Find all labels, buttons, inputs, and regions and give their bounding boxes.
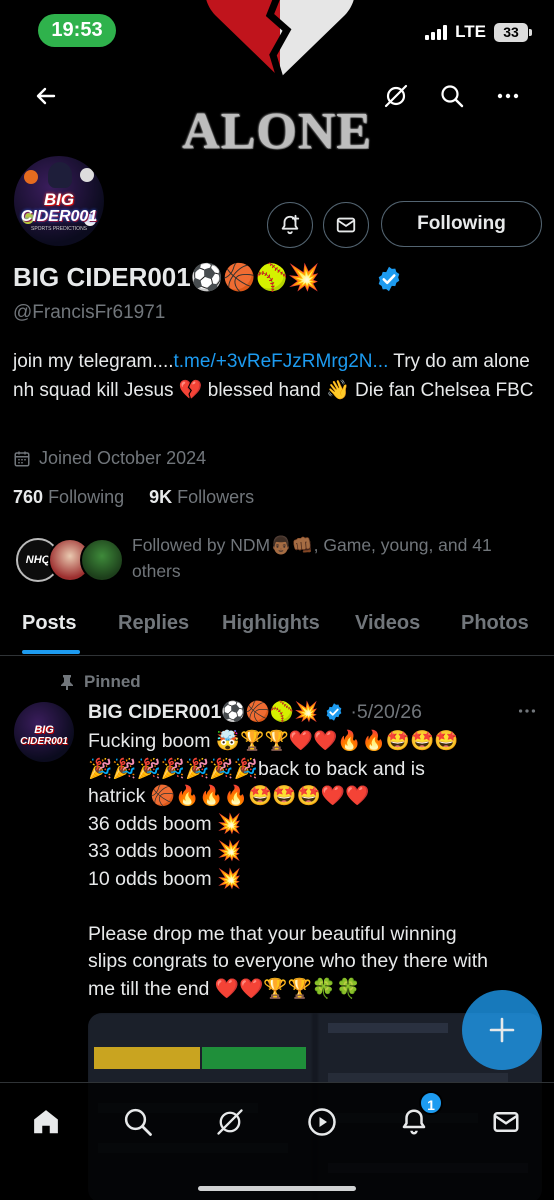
nav-video[interactable] [299, 1099, 345, 1145]
compose-post-button[interactable] [462, 990, 542, 1070]
display-name-emojis: ⚽🏀🥎💥 [190, 263, 321, 293]
mutual-follower-avatars[interactable]: NHQ [16, 538, 126, 584]
post-date[interactable]: ·5/20/26 [350, 701, 422, 724]
tab-replies[interactable]: Replies [118, 612, 189, 635]
profile-tabs: Posts Replies Highlights Videos Photos [0, 598, 554, 656]
avatar-text: CIDER001 [20, 736, 68, 747]
home-icon [34, 1110, 58, 1134]
post-more-button[interactable] [516, 700, 538, 727]
active-tab-indicator [22, 650, 80, 654]
followed-by-text[interactable]: Followed by NDM👨🏾👊🏾, Game, young, and 41… [132, 532, 542, 584]
post-author-avatar[interactable]: BIG CIDER001 [14, 702, 74, 762]
display-name: BIG CIDER001⚽🏀🥎💥 [13, 262, 320, 293]
battery-icon: 33 [494, 22, 532, 42]
notifications-subscribe-button[interactable] [267, 202, 313, 248]
more-dots-icon [497, 93, 519, 99]
display-name-text: BIG CIDER001 [13, 262, 191, 292]
follow-stats: 760 Following 9K Followers [13, 487, 254, 508]
post-line: Fucking boom 🤯🏆🏆❤️❤️🔥🔥🤩🤩🤩 [88, 730, 459, 752]
post-line-break [88, 893, 538, 921]
notification-count-badge: 1 [419, 1091, 443, 1115]
mutual-avatar [80, 538, 124, 582]
pin-icon [61, 675, 73, 690]
following-count-link[interactable]: 760 Following [13, 487, 124, 507]
followers-label: Followers [177, 487, 255, 507]
following-button[interactable]: Following [381, 201, 542, 247]
bell-plus-icon [281, 214, 300, 235]
post-line: 🎉🎉🎉🎉🎉🎉🎉back to back and is [88, 757, 425, 780]
tab-posts[interactable]: Posts [22, 612, 76, 635]
status-indicators: LTE 33 [425, 22, 532, 42]
post-line: 10 odds boom 💥 [88, 867, 242, 890]
nav-search[interactable] [115, 1099, 161, 1145]
avatar-text: BIG [43, 190, 75, 209]
post-line: 33 odds boom 💥 [88, 840, 242, 862]
post-line: 36 odds boom 💥 [88, 812, 242, 835]
profile-avatar[interactable]: BIG CIDER001 SPORTS PREDICTIONS [10, 152, 108, 250]
message-button[interactable] [323, 202, 369, 248]
bottom-navigation [0, 1082, 554, 1200]
post-line: Please drop me that your beautiful winni… [88, 922, 457, 945]
followers-count: 9K [149, 487, 173, 507]
nav-home[interactable] [23, 1099, 69, 1145]
verified-badge-icon[interactable] [375, 265, 403, 293]
calendar-icon [14, 451, 30, 466]
mail-icon [336, 217, 356, 233]
profile-bio: join my telegram....t.me/+3vReFJzRMrg2N.… [13, 348, 543, 405]
avatar-text: SPORTS PREDICTIONS [30, 226, 88, 232]
profile-handle: @FrancisFr61971 [13, 302, 166, 323]
pinned-text: Pinned [84, 672, 141, 691]
more-button[interactable] [488, 76, 528, 116]
nav-grok[interactable] [207, 1099, 253, 1145]
mail-icon [493, 1112, 519, 1132]
pinned-label: Pinned [60, 672, 141, 692]
following-label: Following [48, 487, 125, 507]
tab-highlights[interactable]: Highlights [222, 612, 320, 635]
post-author-name[interactable]: BIG CIDER001⚽🏀🥎💥 [88, 700, 318, 724]
back-arrow-icon [36, 87, 56, 105]
network-label: LTE [455, 22, 486, 41]
joined-date: Joined October 2024 [13, 448, 206, 469]
grok-button[interactable] [376, 76, 416, 116]
grok-icon [384, 84, 408, 108]
plus-icon [489, 1017, 515, 1043]
post-text: Fucking boom 🤯🏆🏆❤️❤️🔥🔥🤩🤩🤩 🎉🎉🎉🎉🎉🎉🎉back to… [88, 728, 538, 1003]
status-time: 19:53 [38, 14, 116, 47]
verified-badge-icon [327, 703, 342, 721]
search-button[interactable] [432, 76, 472, 116]
tab-videos[interactable]: Videos [355, 612, 420, 635]
bio-link[interactable]: t.me/+3vReFJzRMrg2N... [174, 351, 389, 372]
followers-count-link[interactable]: 9K Followers [149, 487, 254, 507]
post-header: BIG CIDER001⚽🏀🥎💥 ·5/20/26 [88, 700, 422, 724]
joined-text: Joined October 2024 [39, 448, 207, 468]
avatar-text: CIDER001 [20, 208, 98, 225]
broken-heart-graphic [206, 0, 354, 80]
signal-icon [425, 24, 448, 40]
grok-icon [217, 1109, 243, 1135]
play-circle-icon [308, 1108, 336, 1136]
post-line: me till the end ❤️❤️🏆🏆🍀🍀 [88, 977, 361, 1000]
nav-messages[interactable] [483, 1099, 529, 1145]
post-line: slips congrats to everyone who they ther… [88, 950, 488, 972]
home-indicator [198, 1186, 356, 1191]
tab-photos[interactable]: Photos [461, 612, 529, 635]
avatar-text: BIG [34, 724, 54, 736]
search-icon [441, 85, 464, 108]
following-count: 760 [13, 487, 44, 507]
back-button[interactable] [26, 76, 66, 116]
post-line: hatrick 🏀🔥🔥🔥🤩🤩🤩❤️❤️ [88, 785, 370, 807]
search-icon [124, 1108, 152, 1136]
more-dots-icon [518, 709, 536, 713]
bio-text: join my telegram.... [13, 351, 174, 372]
